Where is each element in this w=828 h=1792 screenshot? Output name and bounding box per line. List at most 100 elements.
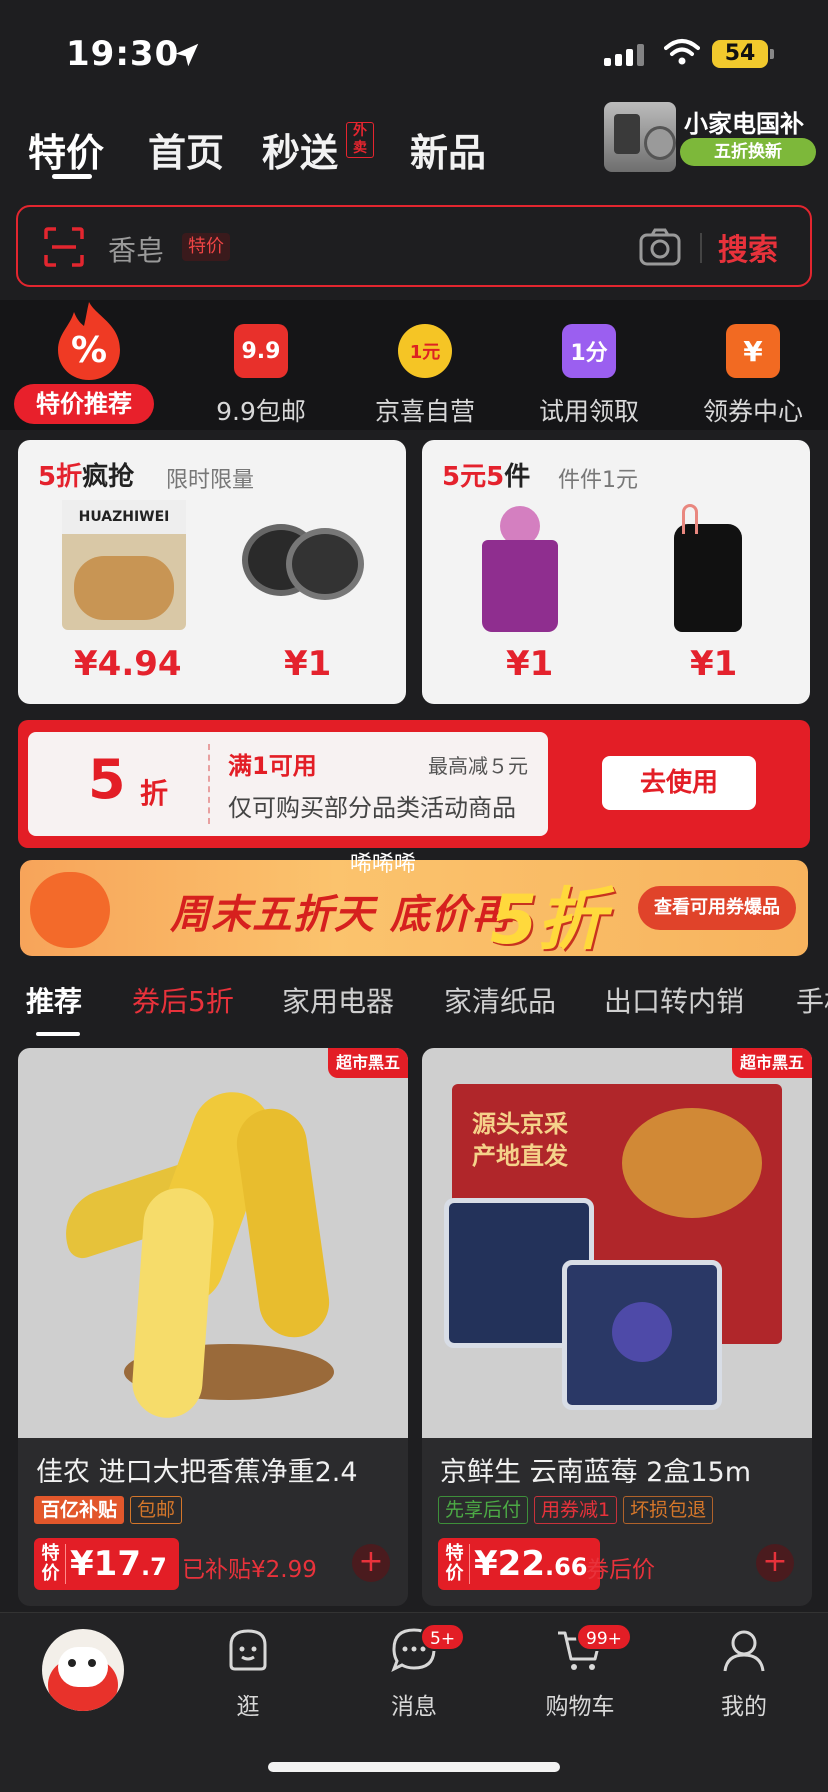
black-friday-badge: 超市黑五 <box>327 1048 408 1078</box>
price-box: 特价 ¥17.7 <box>34 1538 179 1590</box>
promo-subtitle: 五折换新 <box>680 138 816 166</box>
cart-badge: 99+ <box>576 1623 632 1651</box>
add-to-cart-button[interactable]: + <box>756 1544 794 1582</box>
feed-tab-recommend[interactable]: 推荐 <box>26 980 82 1020</box>
towel-image <box>482 506 558 634</box>
deal-subtitle: 件件1元 <box>558 468 638 493</box>
wifi-icon <box>664 39 700 65</box>
see-deals-button[interactable]: 查看可用券爆品 <box>638 886 796 930</box>
camera-icon[interactable] <box>638 227 682 267</box>
tab-cart[interactable]: 99+ 购物车 <box>520 1623 640 1721</box>
deal-price: ¥1 <box>284 644 332 684</box>
deal-card-five-yuan[interactable]: 5元5件 件件1元 ¥1 ¥1 <box>422 440 810 704</box>
category-99-free-shipping[interactable]: 9.9 9.9包邮 <box>196 324 326 428</box>
product-name: 佳农 进口大把香蕉净重2.4 <box>36 1457 358 1488</box>
free-shipping-tag: 包邮 <box>130 1496 183 1524</box>
search-tag: 特价 <box>182 233 230 261</box>
location-arrow-icon <box>175 43 199 67</box>
snack-brand: HUAZHIWEI <box>62 500 186 534</box>
banner-big-text: 5折 <box>490 881 606 956</box>
promo-title: 小家电国补 <box>684 110 804 138</box>
deal-title: 5元5件 <box>442 462 531 492</box>
category-label: 领券中心 <box>702 397 803 426</box>
box-99-icon: 9.9 <box>234 324 288 378</box>
hot-deals-tab[interactable]: % 特价推荐 <box>14 300 154 430</box>
category-trial[interactable]: 1分 试用领取 <box>524 324 654 428</box>
status-time: 19:30 <box>66 34 180 74</box>
product-card-banana[interactable]: 超市黑五 佳农 进口大把香蕉净重2.4 百亿补贴 包邮 特价 ¥17.7 已补贴… <box>18 1048 408 1606</box>
deal-card-half-price[interactable]: 5折疯抢 限时限量 HUAZHIWEI ¥4.94 ¥1 <box>18 440 406 704</box>
product-tags: 先享后付 用券减1 坏损包退 <box>438 1496 714 1524</box>
mascot-image <box>30 872 110 948</box>
add-to-cart-button[interactable]: + <box>352 1544 390 1582</box>
category-coupon-center[interactable]: ¥ 领券中心 <box>688 324 818 428</box>
coupon-discount: 5 <box>88 748 126 811</box>
tab-tejia[interactable]: 特价 <box>28 122 104 177</box>
coupon-yen-icon: ¥ <box>726 324 780 378</box>
search-bar[interactable]: 香皂 特价 搜索 <box>16 205 812 287</box>
shopping-bag-icon: 1分 <box>562 324 616 378</box>
one-yuan-badge-icon: 1元 <box>398 324 452 378</box>
tab-browse[interactable]: 逛 <box>188 1625 308 1721</box>
coupon-discount-unit: 折 <box>140 777 169 810</box>
product-name: 京鲜生 云南蓝莓 2盒15m <box>440 1457 752 1488</box>
scan-icon[interactable] <box>42 225 86 269</box>
price-label: 特价 <box>440 1544 470 1584</box>
product-card-blueberry[interactable]: 源头京采 产地直发 超市黑五 京鲜生 云南蓝莓 2盒15m 先享后付 用券减1 … <box>422 1048 812 1606</box>
feed-tab-cleaning[interactable]: 家清纸品 <box>444 980 556 1020</box>
fire-percent-icon: % <box>58 302 120 380</box>
feed-tab-coupon-half[interactable]: 券后5折 <box>132 980 234 1020</box>
browse-icon <box>229 1629 267 1671</box>
home-mascot-icon[interactable] <box>42 1629 124 1711</box>
signal-icon <box>604 42 644 66</box>
tab-underline <box>52 174 92 179</box>
banana-image <box>18 1048 408 1438</box>
feed-tab-appliances[interactable]: 家用电器 <box>282 980 394 1020</box>
after-coupon-text: 券后价 <box>586 1557 655 1583</box>
damage-refund-tag: 坏损包退 <box>623 1496 714 1524</box>
coupon-banner[interactable]: 5 折 满1可用 最高减５元 仅可购买部分品类活动商品 去使用 <box>18 720 810 848</box>
price-label: 特价 <box>36 1544 66 1584</box>
page: 19:30 54 特价 首页 秒送 外卖 新品 小家电国补 五折换新 香皂 特价 <box>0 0 828 1792</box>
waimai-badge: 外卖 <box>346 122 374 158</box>
tab-me[interactable]: 我的 <box>684 1625 804 1721</box>
deal-price: ¥1 <box>506 644 554 684</box>
box-slogan: 源头京采 产地直发 <box>472 1110 568 1170</box>
tab-home[interactable]: 首页 <box>148 122 224 177</box>
snack-bag-image: HUAZHIWEI <box>62 500 186 630</box>
status-bar: 19:30 54 <box>0 0 828 100</box>
speaker-image <box>242 524 366 608</box>
watermark-text: 唏唏唏 <box>350 852 417 877</box>
search-placeholder[interactable]: 香皂 <box>108 229 164 269</box>
deal-title: 5折疯抢 <box>38 462 135 492</box>
feed-tabs: 推荐 券后5折 家用电器 家清纸品 出口转内销 手机 <box>0 976 828 1036</box>
coupon-divider <box>208 744 210 824</box>
search-button[interactable]: 搜索 <box>718 225 778 269</box>
blueberry-image: 源头京采 产地直发 <box>422 1048 812 1438</box>
battery-icon: 54 <box>712 40 774 68</box>
tab-browse-label: 逛 <box>236 1694 260 1720</box>
use-coupon-button[interactable]: 去使用 <box>602 756 756 810</box>
user-icon <box>723 1630 765 1672</box>
tab-new[interactable]: 新品 <box>410 122 486 177</box>
tab-miaosong[interactable]: 秒送 <box>262 122 338 177</box>
appliance-image <box>604 102 676 172</box>
category-label: 京喜自营 <box>374 397 475 426</box>
snack-food <box>74 556 174 620</box>
trash-bag-image <box>668 504 748 634</box>
appliance-promo[interactable]: 小家电国补 五折换新 <box>600 100 828 180</box>
category-jingxi-self[interactable]: 1元 京喜自营 <box>360 324 490 428</box>
feed-tab-phone[interactable]: 手机 <box>796 980 828 1020</box>
subsidy-tag: 百亿补贴 <box>34 1496 125 1524</box>
tab-messages[interactable]: 5+ 消息 <box>354 1623 474 1721</box>
pay-later-tag: 先享后付 <box>438 1496 529 1524</box>
coupon-desc: 仅可购买部分品类活动商品 <box>228 794 516 822</box>
svg-text:%: % <box>71 330 107 371</box>
feed-tab-underline <box>36 1032 80 1036</box>
feed-tab-export[interactable]: 出口转内销 <box>604 980 744 1020</box>
tab-messages-label: 消息 <box>391 1694 437 1720</box>
coupon-body: 5 折 满1可用 最高减５元 仅可购买部分品类活动商品 <box>28 732 548 836</box>
hot-deals-label: 特价推荐 <box>14 384 154 424</box>
black-friday-badge: 超市黑五 <box>731 1048 812 1078</box>
category-label: 9.9包邮 <box>216 397 306 426</box>
